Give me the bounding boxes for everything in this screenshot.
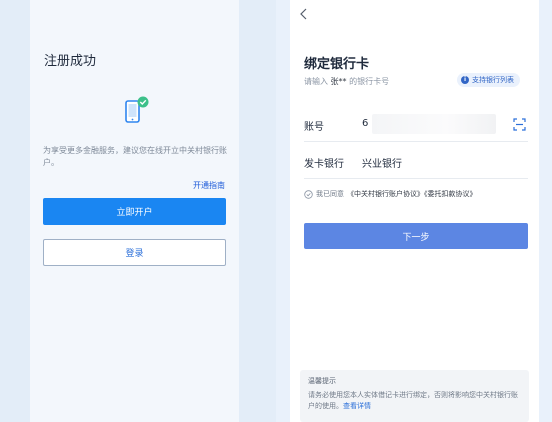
- view-details-link[interactable]: 查看详情: [343, 402, 371, 410]
- agreement-row[interactable]: 我已同意 《中关村银行账户协议》《委托扣款协议》: [304, 189, 477, 199]
- tips-text: 请务必使用您本人实体借记卡进行绑定，否则将影响您中关村银行账户的使用。查看详情: [308, 390, 521, 412]
- info-icon: i: [461, 76, 469, 84]
- subtitle-prefix: 请输入: [304, 77, 331, 86]
- check-circle-icon[interactable]: [304, 189, 313, 199]
- supported-banks-button[interactable]: i 支持银行列表: [457, 73, 520, 87]
- tips-box: 温馨提示 请务必使用您本人实体借记卡进行绑定，否则将影响您中关村银行账户的使用。…: [300, 370, 529, 422]
- issuing-bank-row: 发卡银行 兴业银行: [304, 143, 528, 179]
- issuing-bank-value: 兴业银行: [362, 159, 402, 170]
- scan-card-icon[interactable]: [513, 118, 526, 131]
- subtitle: 请输入 张** 的银行卡号: [304, 76, 389, 87]
- guide-link[interactable]: 开通指南: [193, 180, 225, 191]
- user-name: 张**: [330, 77, 347, 86]
- page-title: 绑定银行卡: [304, 57, 370, 72]
- account-number-input[interactable]: 6: [362, 118, 368, 129]
- tips-body: 请务必使用您本人实体借记卡进行绑定，否则将影响您中关村银行账户的使用。: [308, 391, 518, 410]
- tips-title: 温馨提示: [308, 377, 336, 385]
- page-title: 注册成功: [44, 54, 97, 69]
- bind-card-screen: 绑定银行卡 请输入 张** 的银行卡号 i 支持银行列表 账号 6 发卡银行 兴…: [290, 0, 539, 422]
- agreement-prefix: 我已同意: [316, 190, 344, 198]
- issuing-bank-label: 发卡银行: [304, 159, 344, 170]
- registration-success-screen: 注册成功 为享受更多金融服务，建议您在线开立中关村银行账户。 开通指南 立即开户…: [30, 0, 239, 422]
- account-number-row: 账号 6: [304, 106, 528, 142]
- next-step-button[interactable]: 下一步: [304, 223, 528, 249]
- supported-banks-label: 支持银行列表: [472, 76, 514, 84]
- phone-success-icon: [124, 96, 150, 126]
- description-text: 为享受更多金融服务，建议您在线开立中关村银行账户。: [43, 146, 227, 167]
- subtitle-suffix: 的银行卡号: [346, 77, 390, 86]
- login-button[interactable]: 登录: [43, 239, 226, 266]
- account-number-mask: [372, 114, 496, 134]
- open-account-button[interactable]: 立即开户: [43, 198, 226, 225]
- back-arrow-icon[interactable]: [299, 8, 309, 20]
- account-label: 账号: [304, 122, 324, 133]
- agreement-links[interactable]: 《中关村银行账户协议》《委托扣款协议》: [347, 189, 477, 199]
